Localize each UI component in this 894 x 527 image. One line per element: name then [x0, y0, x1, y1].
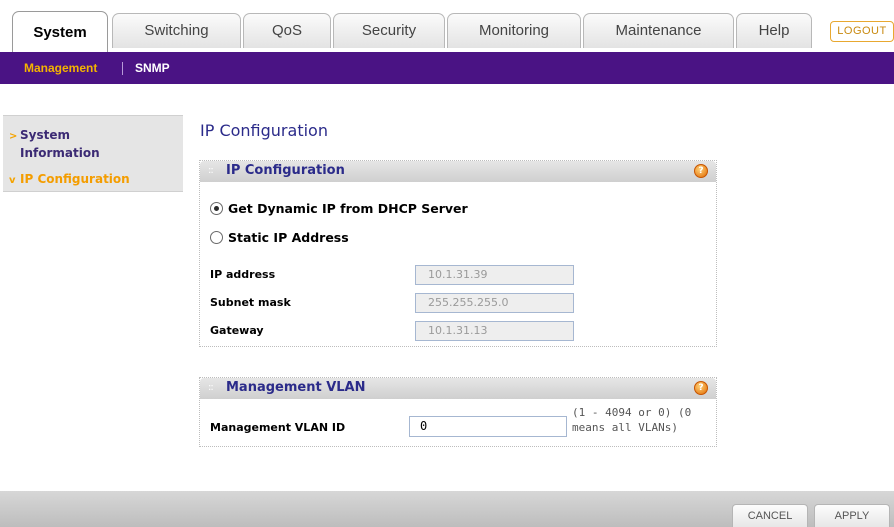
radio-selected-icon[interactable]	[210, 202, 223, 215]
ip-address-label: IP address	[210, 268, 276, 281]
logout-button[interactable]: LOGOUT	[830, 21, 894, 42]
grip-icon: ::	[208, 165, 214, 176]
menu-item-label-line2: Information	[20, 146, 100, 160]
menu-item-label: System	[20, 128, 70, 142]
panel-header: :: Management VLAN ?	[200, 378, 716, 399]
tab-maintenance[interactable]: Maintenance	[583, 13, 734, 48]
hint-line-2: means all VLANs)	[572, 421, 678, 434]
menu-item-label: IP Configuration	[20, 172, 130, 186]
chevron-right-icon: >	[9, 131, 18, 142]
radio-static-ip[interactable]: Static IP Address	[210, 230, 349, 245]
tab-system[interactable]: System	[12, 11, 108, 52]
left-menu: > System Information v IP Configuration	[3, 115, 183, 192]
top-tab-bar: System Switching QoS Security Monitoring…	[0, 0, 894, 52]
management-vlan-id-label: Management VLAN ID	[210, 421, 346, 434]
subnav-management[interactable]: Management	[24, 52, 97, 84]
subnet-mask-label: Subnet mask	[210, 296, 291, 309]
radio-unselected-icon[interactable]	[210, 231, 223, 244]
management-vlan-id-input[interactable]: 0	[409, 416, 567, 437]
ip-address-field[interactable]: 10.1.31.39	[415, 265, 574, 285]
sub-navigation: Management SNMP	[0, 52, 894, 84]
gateway-label: Gateway	[210, 324, 264, 337]
panel-header: :: IP Configuration ?	[200, 161, 716, 182]
radio-label: Static IP Address	[228, 230, 349, 245]
panel-title: IP Configuration	[226, 163, 345, 178]
tab-monitoring[interactable]: Monitoring	[447, 13, 581, 48]
vlan-range-hint: (1 - 4094 or 0) (0 means all VLANs)	[572, 405, 712, 435]
radio-label: Get Dynamic IP from DHCP Server	[228, 201, 468, 216]
apply-button[interactable]: APPLY	[814, 504, 890, 527]
radio-dhcp[interactable]: Get Dynamic IP from DHCP Server	[210, 201, 468, 216]
management-vlan-panel: :: Management VLAN ? Management VLAN ID …	[199, 377, 717, 447]
cancel-button[interactable]: CANCEL	[732, 504, 808, 527]
chevron-down-icon: v	[9, 175, 16, 186]
tab-security[interactable]: Security	[333, 13, 445, 48]
tab-qos[interactable]: QoS	[243, 13, 331, 48]
hint-line-1: (1 - 4094 or 0) (0	[572, 406, 692, 419]
help-icon[interactable]: ?	[694, 164, 708, 178]
help-icon[interactable]: ?	[694, 381, 708, 395]
subnav-separator	[122, 62, 123, 75]
subnet-mask-field[interactable]: 255.255.255.0	[415, 293, 574, 313]
tab-switching[interactable]: Switching	[112, 13, 241, 48]
page-title: IP Configuration	[200, 121, 328, 140]
panel-title: Management VLAN	[226, 380, 366, 395]
subnav-snmp[interactable]: SNMP	[135, 52, 170, 84]
menu-item-ip-configuration[interactable]: v IP Configuration	[9, 171, 130, 189]
grip-icon: ::	[208, 382, 214, 393]
ip-configuration-panel: :: IP Configuration ? Get Dynamic IP fro…	[199, 160, 717, 347]
tab-help[interactable]: Help	[736, 13, 812, 48]
bottom-action-bar: CANCEL APPLY	[0, 491, 894, 527]
menu-item-system-information[interactable]: > System Information	[9, 127, 100, 162]
gateway-field[interactable]: 10.1.31.13	[415, 321, 574, 341]
